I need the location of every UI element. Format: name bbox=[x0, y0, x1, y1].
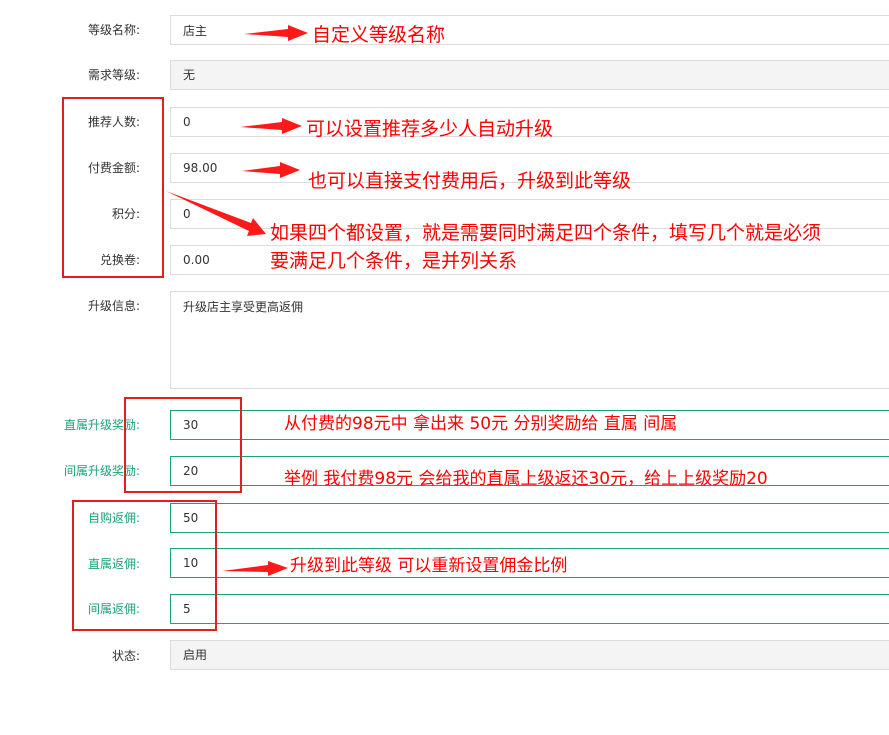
annotation-reward-split: 从付费的98元中 拿出来 50元 分别奖励给 直属 间属 bbox=[284, 414, 678, 434]
arrow-all-conditions bbox=[166, 191, 266, 236]
annotation-pay-upgrade: 也可以直接支付费用后，升级到此等级 bbox=[308, 170, 632, 192]
annotation-auto-upgrade: 可以设置推荐多少人自动升级 bbox=[306, 118, 554, 140]
annotation-arrows bbox=[166, 25, 308, 576]
arrow-reset-commission bbox=[222, 561, 288, 576]
annotation-all-conditions-line2: 要满足几个条件，是并列关系 bbox=[270, 250, 518, 272]
annotation-custom-name: 自定义等级名称 bbox=[312, 24, 446, 46]
arrow-auto-upgrade bbox=[240, 118, 302, 134]
annotation-example: 举例 我付费98元 会给我的直属上级返还30元，给上上级奖励20 bbox=[284, 469, 768, 489]
annotation-all-conditions-line1: 如果四个都设置，就是需要同时满足四个条件，填写几个就是必须 bbox=[270, 222, 822, 244]
annotation-reset-commission: 升级到此等级 可以重新设置佣金比例 bbox=[290, 556, 568, 576]
arrow-pay-upgrade bbox=[242, 162, 300, 178]
arrow-custom-name bbox=[244, 25, 308, 41]
